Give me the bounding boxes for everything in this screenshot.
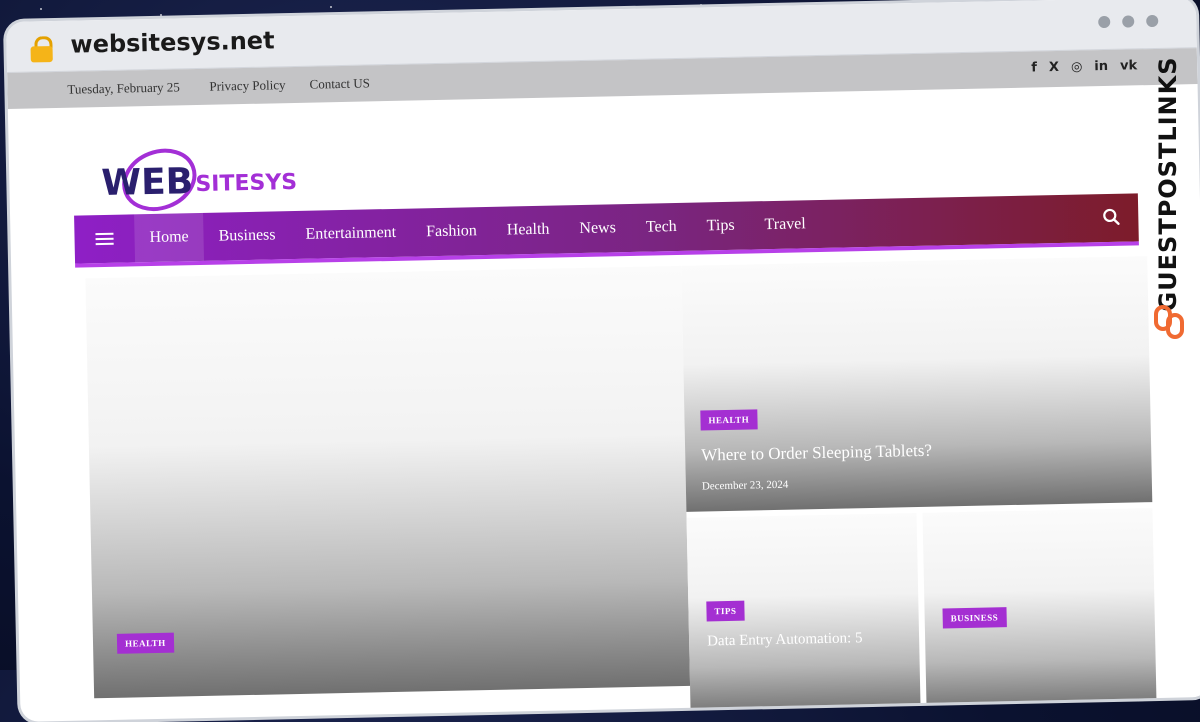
featured-posts: HEALTH HEALTH Where to Order Sleeping Ta… [11, 255, 1200, 722]
window-dot-icon[interactable] [1122, 15, 1135, 28]
top-bar-date: Tuesday, February 25 [67, 79, 180, 97]
logo-text-sub: SITESYS [195, 170, 297, 197]
nav-business[interactable]: Business [203, 211, 291, 261]
nav-health[interactable]: Health [491, 205, 565, 255]
vk-icon[interactable]: vk [1120, 58, 1137, 73]
nav-fashion[interactable]: Fashion [411, 207, 493, 257]
window-controls [1098, 14, 1159, 29]
browser-window: websitesys.net Tuesday, February 25 Priv… [6, 0, 1200, 722]
post-card-bottom-right[interactable]: BUSINESS [922, 508, 1157, 713]
facebook-icon[interactable]: f [1031, 60, 1037, 75]
nav-tech[interactable]: Tech [630, 203, 692, 252]
search-icon[interactable] [1102, 208, 1120, 226]
post-card-top-right[interactable]: HEALTH Where to Order Sleeping Tablets? … [681, 256, 1153, 512]
category-badge[interactable]: HEALTH [700, 409, 758, 431]
nav-entertainment[interactable]: Entertainment [290, 209, 412, 260]
category-badge[interactable]: HEALTH [116, 632, 174, 654]
linkedin-icon[interactable]: in [1094, 59, 1108, 74]
post-card-bottom-left[interactable]: TIPS Data Entry Automation: 5 [686, 513, 921, 718]
window-dot-icon[interactable] [1098, 15, 1111, 29]
nav-news[interactable]: News [564, 204, 631, 253]
guestpostlinks-watermark: GUESTPOSTLINKS [1148, 56, 1192, 360]
featured-post-main[interactable]: HEALTH [85, 265, 691, 699]
contact-us-link[interactable]: Contact US [309, 75, 370, 92]
site-logo[interactable]: WEB SITESYS [99, 140, 320, 215]
category-badge[interactable]: TIPS [706, 600, 745, 622]
social-links: f X ◎ in vk [1031, 58, 1137, 75]
post-title[interactable]: Data Entry Automation: 5 [707, 630, 863, 650]
post-date: December 23, 2024 [701, 478, 789, 493]
logo-text-main: WEB [101, 161, 194, 204]
nav-tips[interactable]: Tips [691, 201, 750, 250]
nav-home[interactable]: Home [134, 212, 205, 263]
address-domain[interactable]: websitesys.net [70, 26, 275, 58]
post-title[interactable]: Where to Order Sleeping Tablets? [701, 441, 932, 466]
privacy-policy-link[interactable]: Privacy Policy [209, 77, 286, 95]
category-badge[interactable]: BUSINESS [942, 607, 1007, 629]
instagram-icon[interactable]: ◎ [1071, 59, 1083, 74]
menu-icon[interactable] [74, 214, 135, 263]
window-dot-icon[interactable] [1146, 14, 1159, 28]
lock-icon [30, 36, 55, 63]
top-bar-links: Privacy Policy Contact US [209, 75, 370, 94]
watermark-text: GUESTPOSTLINKS [1154, 56, 1182, 312]
x-twitter-icon[interactable]: X [1049, 60, 1059, 75]
link-icon [1154, 305, 1184, 339]
nav-travel[interactable]: Travel [749, 200, 821, 249]
